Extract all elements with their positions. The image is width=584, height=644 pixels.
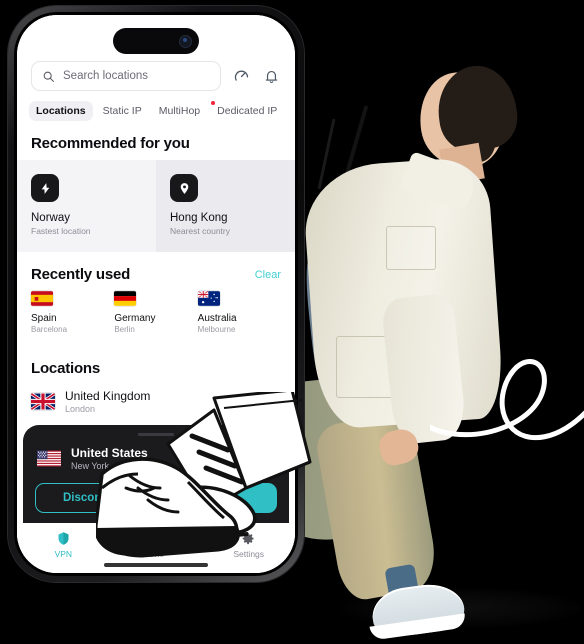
tab-dedicated-ip[interactable]: Dedicated IP: [210, 101, 284, 121]
connected-location-row[interactable]: United States New York: [23, 446, 289, 483]
connected-location-name: United States: [71, 446, 148, 460]
person-chest-pocket: [386, 226, 436, 270]
clear-recent-button[interactable]: Clear: [255, 269, 281, 281]
tab-locations[interactable]: Locations: [29, 101, 93, 121]
search-icon: [43, 71, 54, 82]
front-camera-icon: [179, 34, 192, 48]
home-indicator: [104, 563, 208, 567]
phone-device: Search locations Locations Static IP Mul…: [8, 6, 304, 582]
recent-item-name: Germany: [114, 313, 156, 324]
notifications-icon[interactable]: [261, 66, 281, 86]
connected-location-city: New York: [71, 461, 110, 471]
recent-item-city: Berlin: [114, 325, 135, 334]
locations-header: Locations: [17, 346, 295, 385]
nav-item-one-label: One: [147, 549, 165, 559]
locations-title: Locations: [31, 360, 101, 377]
spain-flag: [31, 291, 53, 306]
nav-item-settings[interactable]: Settings: [202, 531, 295, 559]
location-city: London: [65, 404, 96, 414]
tab-dedicated-ip-label: Dedicated IP: [217, 105, 278, 117]
gear-icon: [242, 532, 254, 545]
recently-used-title: Recently used: [31, 266, 131, 283]
scene: Search locations Locations Static IP Mul…: [0, 0, 584, 644]
recently-used-header: Recently used Clear: [17, 252, 295, 291]
recommended-header: Recommended for you: [17, 121, 295, 160]
sheet-drag-handle[interactable]: [138, 433, 174, 436]
bolt-icon: [31, 174, 59, 202]
vpn-app: Search locations Locations Static IP Mul…: [17, 15, 295, 573]
phone-bezel: Search locations Locations Static IP Mul…: [14, 12, 298, 576]
recommended-title: Recommended for you: [31, 135, 190, 152]
recent-item-city: Barcelona: [31, 325, 68, 334]
recent-item-name: Australia: [197, 313, 237, 324]
recommended-card-name: Norway: [31, 212, 70, 224]
recent-item-australia[interactable]: Australia Melbourne: [197, 291, 281, 334]
nav-item-one[interactable]: One: [110, 531, 203, 559]
pin-icon: [170, 174, 198, 202]
app-scroll-area[interactable]: Search locations Locations Static IP Mul…: [17, 15, 295, 425]
recent-item-name: Spain: [31, 313, 57, 324]
shield-icon: [58, 532, 69, 545]
recommended-card-name: Hong Kong: [170, 212, 228, 224]
tab-multihop-label: MultiHop: [158, 105, 201, 117]
phone-screen: Search locations Locations Static IP Mul…: [17, 15, 295, 573]
location-row-united-kingdom[interactable]: United Kingdom London: [17, 385, 295, 425]
search-input[interactable]: Search locations: [31, 61, 221, 91]
location-text: United Kingdom London: [65, 389, 150, 414]
tab-multihop[interactable]: MultiHop: [152, 101, 207, 121]
new-badge-dot: [211, 101, 216, 105]
connection-sheet: United States New York Disconnect Pause: [23, 425, 289, 523]
disconnect-button[interactable]: Disconnect: [35, 483, 153, 513]
one-icon: [150, 532, 162, 545]
recently-used-row: Spain Barcelona Germany Berlin Australia…: [17, 291, 295, 346]
dynamic-island: [113, 28, 199, 54]
germany-flag: [114, 291, 137, 306]
recommended-card-hong-kong[interactable]: Hong Kong Nearest country: [156, 160, 295, 252]
tab-locations-label: Locations: [36, 105, 86, 117]
tab-static-ip-label: Static IP: [102, 105, 142, 117]
speed-test-icon[interactable]: [231, 66, 251, 86]
recommended-card-subtitle: Nearest country: [170, 226, 230, 236]
white-swirl-cord: [430, 359, 584, 441]
pause-button[interactable]: Pause: [161, 483, 277, 513]
search-placeholder: Search locations: [63, 70, 149, 82]
location-name: United Kingdom: [65, 389, 151, 403]
tab-static-ip[interactable]: Static IP: [96, 101, 149, 121]
recent-item-germany[interactable]: Germany Berlin: [114, 291, 197, 334]
nav-item-settings-label: Settings: [233, 549, 265, 559]
australia-flag: [197, 291, 220, 306]
recommended-card-norway[interactable]: Norway Fastest location: [17, 160, 156, 252]
recommended-card-subtitle: Fastest location: [31, 226, 91, 236]
usa-flag: [37, 450, 61, 467]
nav-item-vpn-label: VPN: [54, 549, 73, 559]
tab-bar: Locations Static IP MultiHop Dedicated I…: [17, 91, 295, 121]
connected-location-text: United States New York: [71, 446, 148, 471]
recent-item-spain[interactable]: Spain Barcelona: [31, 291, 114, 334]
recent-item-city: Melbourne: [197, 325, 236, 334]
uk-flag: [31, 393, 55, 410]
connection-buttons: Disconnect Pause: [23, 483, 289, 513]
nav-item-vpn[interactable]: VPN: [17, 531, 110, 559]
recommended-row: Norway Fastest location Hong Kong Neares…: [17, 160, 295, 252]
